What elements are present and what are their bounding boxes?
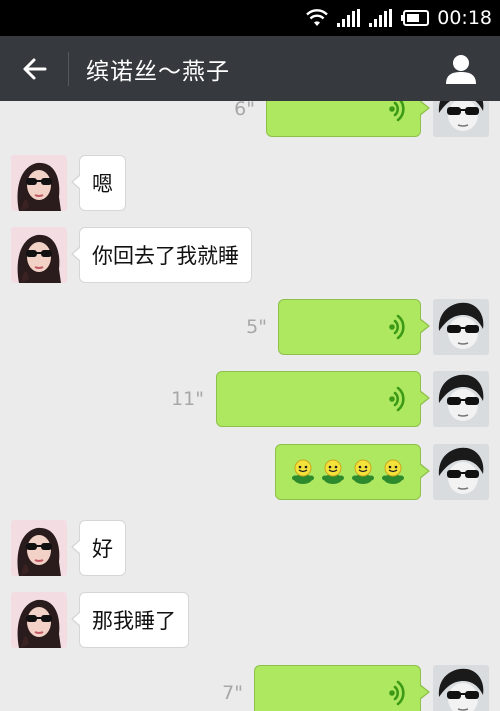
back-button[interactable] (0, 36, 68, 101)
message-row: 你回去了我就睡 (0, 227, 500, 285)
text-message-bubble[interactable]: 好 (71, 520, 126, 576)
voice-message-bubble[interactable] (278, 299, 430, 355)
avatar[interactable] (11, 155, 67, 211)
voice-wave-icon (387, 314, 405, 340)
voice-duration: 11" (171, 388, 204, 410)
message-row: 5" (0, 299, 500, 357)
voice-duration: 7" (222, 682, 243, 704)
green-smiley-icon (351, 459, 375, 485)
text-message-bubble[interactable]: 你回去了我就睡 (71, 227, 252, 283)
message-row (0, 444, 500, 502)
voice-wave-icon (387, 101, 405, 122)
battery-icon (401, 10, 430, 26)
green-smiley-icon (381, 459, 405, 485)
clock: 00:18 (437, 7, 492, 29)
signal-icon (337, 9, 361, 27)
message-row: 好 (0, 520, 500, 578)
chat-area[interactable]: 6" 嗯 你回去了我就睡 5" 11" 好 那我睡了 7" (0, 101, 500, 711)
emoji-message-bubble[interactable] (275, 444, 430, 500)
divider (68, 51, 69, 86)
person-icon (446, 54, 476, 84)
message-row: 那我睡了 (0, 592, 500, 650)
chat-title: 缤诺丝～燕子 (86, 58, 230, 85)
voice-message-bubble[interactable] (216, 371, 430, 427)
avatar[interactable] (433, 371, 489, 427)
avatar[interactable] (11, 227, 67, 283)
text-message-bubble[interactable]: 那我睡了 (71, 592, 189, 648)
avatar[interactable] (433, 101, 489, 137)
voice-duration: 6" (234, 101, 255, 120)
arrow-left-icon (23, 58, 47, 79)
profile-button[interactable] (422, 36, 500, 101)
message-row: 11" (0, 371, 500, 429)
avatar[interactable] (11, 520, 67, 576)
title-bar: 缤诺丝～燕子 (0, 36, 500, 101)
status-bar: 00:18 (0, 0, 500, 36)
text-message-bubble[interactable]: 嗯 (71, 155, 126, 211)
message-row: 7" (0, 665, 500, 711)
voice-message-bubble[interactable] (266, 101, 430, 137)
signal-icon (369, 9, 393, 27)
avatar[interactable] (433, 665, 489, 711)
message-row: 嗯 (0, 155, 500, 213)
wifi-icon (305, 8, 329, 28)
voice-message-bubble[interactable] (254, 665, 430, 711)
avatar[interactable] (433, 444, 489, 500)
voice-duration: 5" (246, 316, 267, 338)
voice-wave-icon (387, 680, 405, 706)
message-row: 6" (0, 101, 500, 139)
green-smiley-icon (291, 459, 315, 485)
avatar[interactable] (433, 299, 489, 355)
avatar[interactable] (11, 592, 67, 648)
voice-wave-icon (387, 386, 405, 412)
green-smiley-icon (321, 459, 345, 485)
